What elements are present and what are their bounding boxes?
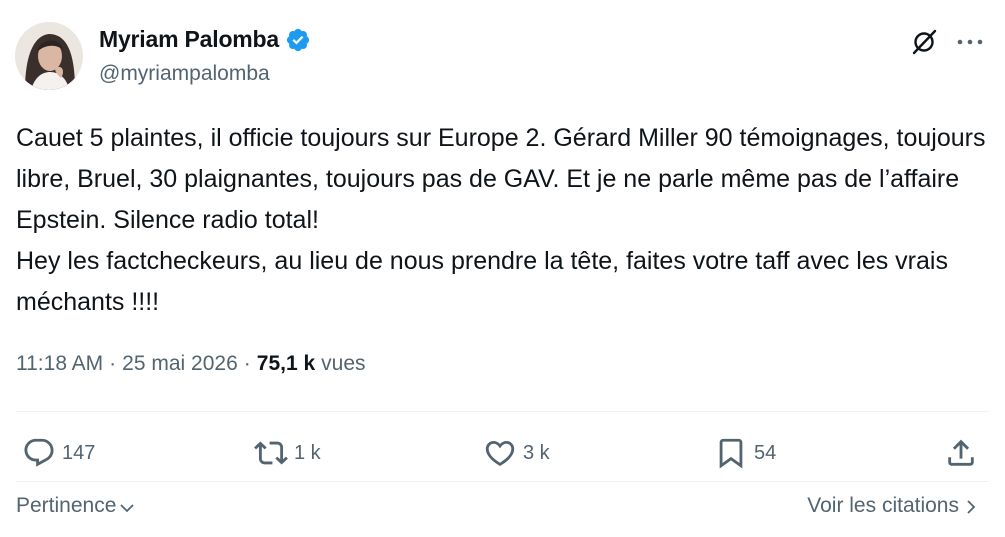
repost-count: 1 k	[294, 441, 321, 464]
grok-icon	[912, 29, 937, 55]
bookmark-count: 54	[754, 441, 777, 464]
avatar[interactable]	[15, 22, 83, 90]
sort-label: Pertinence	[16, 494, 117, 517]
divider-bottom	[16, 481, 989, 482]
views-count[interactable]: 75,1 k	[257, 352, 315, 376]
more-dots-icon	[957, 39, 983, 45]
view-quotes-link[interactable]: Voir les citations	[807, 494, 979, 518]
repost-button[interactable]: 1 k	[254, 433, 321, 473]
reply-count: 147	[62, 441, 96, 464]
meta-separator: ·	[109, 352, 117, 375]
tweet-meta: 11:18 AM · 25 mai 2026 · 75,1 k vues	[16, 352, 366, 376]
views-label: vues	[321, 352, 366, 375]
profile-photo-icon	[15, 22, 83, 90]
sort-dropdown[interactable]: Pertinence	[16, 494, 136, 518]
repost-icon	[254, 441, 288, 465]
share-button[interactable]	[944, 433, 978, 473]
bookmark-button[interactable]: 54	[714, 433, 776, 473]
tweet-text: Cauet 5 plaintes, il officie toujours su…	[16, 124, 986, 316]
grok-button[interactable]	[906, 24, 942, 60]
tweet-time[interactable]: 11:18 AM	[16, 352, 103, 376]
reply-icon	[24, 438, 54, 467]
heart-icon	[485, 440, 515, 466]
like-count: 3 k	[523, 441, 550, 464]
more-options-button[interactable]	[952, 24, 988, 60]
share-icon	[948, 439, 974, 466]
chevron-down-icon	[120, 503, 135, 512]
chevron-right-icon	[967, 500, 976, 514]
tweet-date[interactable]: 25 mai 2026	[122, 352, 238, 376]
author-name[interactable]: Myriam Palomba	[99, 26, 279, 53]
verified-badge-icon	[286, 28, 310, 51]
divider-top	[16, 411, 989, 412]
meta-separator-2: ·	[243, 352, 251, 375]
bookmark-icon	[719, 438, 743, 469]
like-button[interactable]: 3 k	[483, 433, 550, 473]
quotes-label: Voir les citations	[807, 494, 959, 517]
reply-button[interactable]: 147	[22, 433, 95, 473]
author-handle[interactable]: @myriampalomba	[99, 62, 270, 86]
